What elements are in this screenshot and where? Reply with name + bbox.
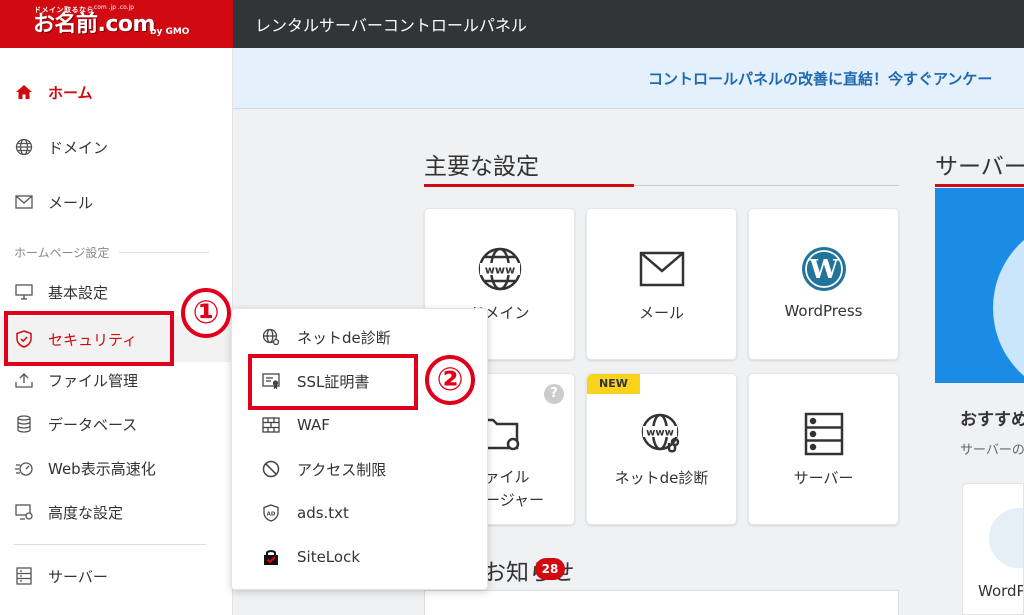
sidebar-item-label: ファイル管理 <box>48 371 139 390</box>
recommended-subtext: サーバーの <box>960 443 1024 458</box>
section-label-homepage-settings: ホームページ設定 <box>14 244 209 261</box>
step-1-marker: ① <box>181 288 231 338</box>
mail-icon <box>14 192 34 212</box>
server-rack-icon <box>800 410 848 458</box>
www-stethoscope-icon: www <box>638 410 686 458</box>
sidebar-item-label: 高度な設定 <box>48 503 124 522</box>
sidebar-item-label: ドメイン <box>48 138 109 157</box>
recommended-card[interactable]: WordPress <box>962 483 1024 615</box>
sidebar-item-web-speedup[interactable]: Web表示高速化 <box>0 450 232 486</box>
main-settings-underline <box>424 184 899 187</box>
home-icon <box>14 82 34 102</box>
sidebar-item-label: サーバー <box>48 567 108 586</box>
svg-text:www: www <box>484 264 515 277</box>
monitor-icon <box>14 282 34 302</box>
sidebar-item-domain[interactable]: ドメイン <box>0 129 232 165</box>
survey-banner[interactable]: コントロールパネルの改善に直結！今すぐアンケー <box>233 48 1024 109</box>
sidebar-item-home[interactable]: ホーム <box>0 74 232 110</box>
card-server[interactable]: サーバー <box>748 373 899 525</box>
sidebar-item-label: 基本設定 <box>48 283 109 302</box>
card-label: WordPress <box>784 302 863 320</box>
svg-text:AD: AD <box>267 512 276 518</box>
database-icon <box>14 414 34 434</box>
svg-text:W: W <box>808 255 839 285</box>
app-title: レンタルサーバーコントロールパネル <box>255 16 527 35</box>
highlight-ssl-certificate <box>248 354 418 410</box>
upload-icon <box>14 370 34 390</box>
card-label: サーバー <box>793 469 854 487</box>
logo-brand: お名前.com <box>33 12 155 37</box>
logo-domains: .com .jp .co.jp <box>92 4 135 11</box>
card-mail[interactable]: メール <box>586 208 737 360</box>
highlight-security <box>4 311 174 366</box>
submenu-item-label: WAF <box>297 416 330 434</box>
sitelock-icon <box>261 547 281 567</box>
submenu-item-label: SiteLock <box>297 548 361 566</box>
server-section-underline <box>935 184 1024 187</box>
sidebar-item-advanced-settings[interactable]: 高度な設定 <box>0 494 232 530</box>
wordpress-icon <box>989 508 1023 568</box>
envelope-icon <box>638 245 686 293</box>
submenu-item-waf[interactable]: WAF <box>232 407 487 443</box>
www-globe-icon: www <box>476 245 524 293</box>
security-submenu: ネットde診断 SSL証明書 WAF アクセス制限 AD ads.txt Sit… <box>231 308 488 590</box>
server-icon <box>14 566 34 586</box>
card-wordpress[interactable]: W WordPress <box>748 208 899 360</box>
sidebar-divider <box>14 544 206 545</box>
new-badge: NEW <box>587 374 640 394</box>
server-promo-image[interactable] <box>935 188 1024 383</box>
card-label: メール <box>638 304 684 322</box>
card-label: ネットde診断 <box>614 469 709 487</box>
banner-text: コントロールパネルの改善に直結！今すぐアンケー <box>648 70 993 88</box>
sidebar-item-file-management[interactable]: ファイル管理 <box>0 362 232 398</box>
help-icon[interactable]: ? <box>544 384 564 404</box>
top-bar: ドメイン取るなら .com .jp .co.jp お名前.com by GMO … <box>0 0 1024 48</box>
news-count-badge: 28 <box>535 558 565 580</box>
firewall-icon <box>261 415 281 435</box>
submenu-item-label: アクセス制限 <box>297 460 387 479</box>
submenu-item-access-restriction[interactable]: アクセス制限 <box>232 451 487 487</box>
sidebar-item-server[interactable]: サーバー <box>0 558 232 594</box>
submenu-item-label: ads.txt <box>297 504 349 522</box>
sidebar-item-label: ホーム <box>48 83 93 102</box>
logo-gmo: by GMO <box>150 27 190 37</box>
sidebar-item-label: Web表示高速化 <box>48 459 156 478</box>
advanced-settings-icon <box>14 502 34 522</box>
card-net-diagnosis[interactable]: NEW www ネットde診断 <box>586 373 737 525</box>
sidebar-item-label: データベース <box>48 415 138 434</box>
recommended-card-text: WordPress <box>978 582 1023 600</box>
submenu-item-label: ネットde診断 <box>297 328 391 347</box>
logo[interactable]: ドメイン取るなら .com .jp .co.jp お名前.com by GMO <box>0 0 233 48</box>
sidebar-item-mail[interactable]: メール <box>0 184 232 220</box>
wordpress-icon: W <box>800 245 848 293</box>
svg-text:www: www <box>646 428 674 439</box>
submenu-item-ads-txt[interactable]: AD ads.txt <box>232 495 487 531</box>
speed-icon <box>14 458 34 478</box>
server-section-title: サーバー <box>935 154 1024 180</box>
sidebar-item-database[interactable]: データベース <box>0 406 232 442</box>
sidebar-item-label: メール <box>48 193 94 212</box>
recommended-heading: おすすめ <box>960 410 1024 430</box>
net-diagnosis-icon <box>261 327 281 347</box>
ad-shield-icon: AD <box>261 503 281 523</box>
globe-icon <box>14 137 34 157</box>
news-list <box>424 590 899 615</box>
step-2-marker: ② <box>425 355 475 405</box>
prohibited-icon <box>261 459 281 479</box>
submenu-item-sitelock[interactable]: SiteLock <box>232 539 487 575</box>
submenu-item-net-diagnosis[interactable]: ネットde診断 <box>232 319 487 355</box>
main-settings-title: 主要な設定 <box>424 154 539 180</box>
